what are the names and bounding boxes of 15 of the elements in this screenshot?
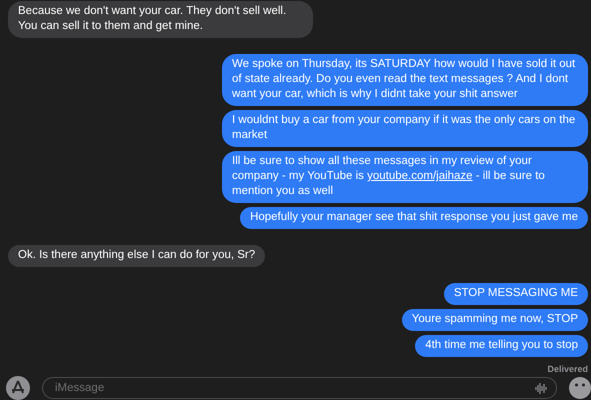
delivery-status: Delivered xyxy=(547,364,588,374)
message-bubble: 4th time me telling you to stop xyxy=(415,335,588,357)
message-bubble: Hopefully your manager see that shit response you just gave me xyxy=(240,207,588,229)
message-bubble: Ill be sure to show all these messages in my review of your company - my YouTube is youtube.com/jaihaze - ill be sure to mention you as well xyxy=(222,151,588,203)
link[interactable]: youtube.com/jaihaze xyxy=(367,170,473,182)
message-bubble: Youre spamming me now, STOP xyxy=(402,309,588,331)
emoji-icon[interactable] xyxy=(569,377,591,399)
app-store-icon[interactable] xyxy=(6,376,30,400)
message-bubble: We spoke on Thursday, its SATURDAY how would I have sold it out of state already. Do you even read the text messages ? And I dont want your car, which is why I didnt take your shit answer xyxy=(222,54,588,106)
message-bubble: Because we don't want your car. They don't sell well. You can sell it to them and get mine. xyxy=(8,1,313,38)
audio-icon[interactable] xyxy=(535,382,547,394)
message-bubble: I wouldnt buy a car from your company if it was the only cars on the market xyxy=(222,110,588,147)
message-field[interactable]: iMessage xyxy=(42,377,557,399)
message-bubble: STOP MESSAGING ME xyxy=(444,283,588,305)
message-bubble: Ok. Is there anything else I can do for you, Sr? xyxy=(8,245,266,267)
